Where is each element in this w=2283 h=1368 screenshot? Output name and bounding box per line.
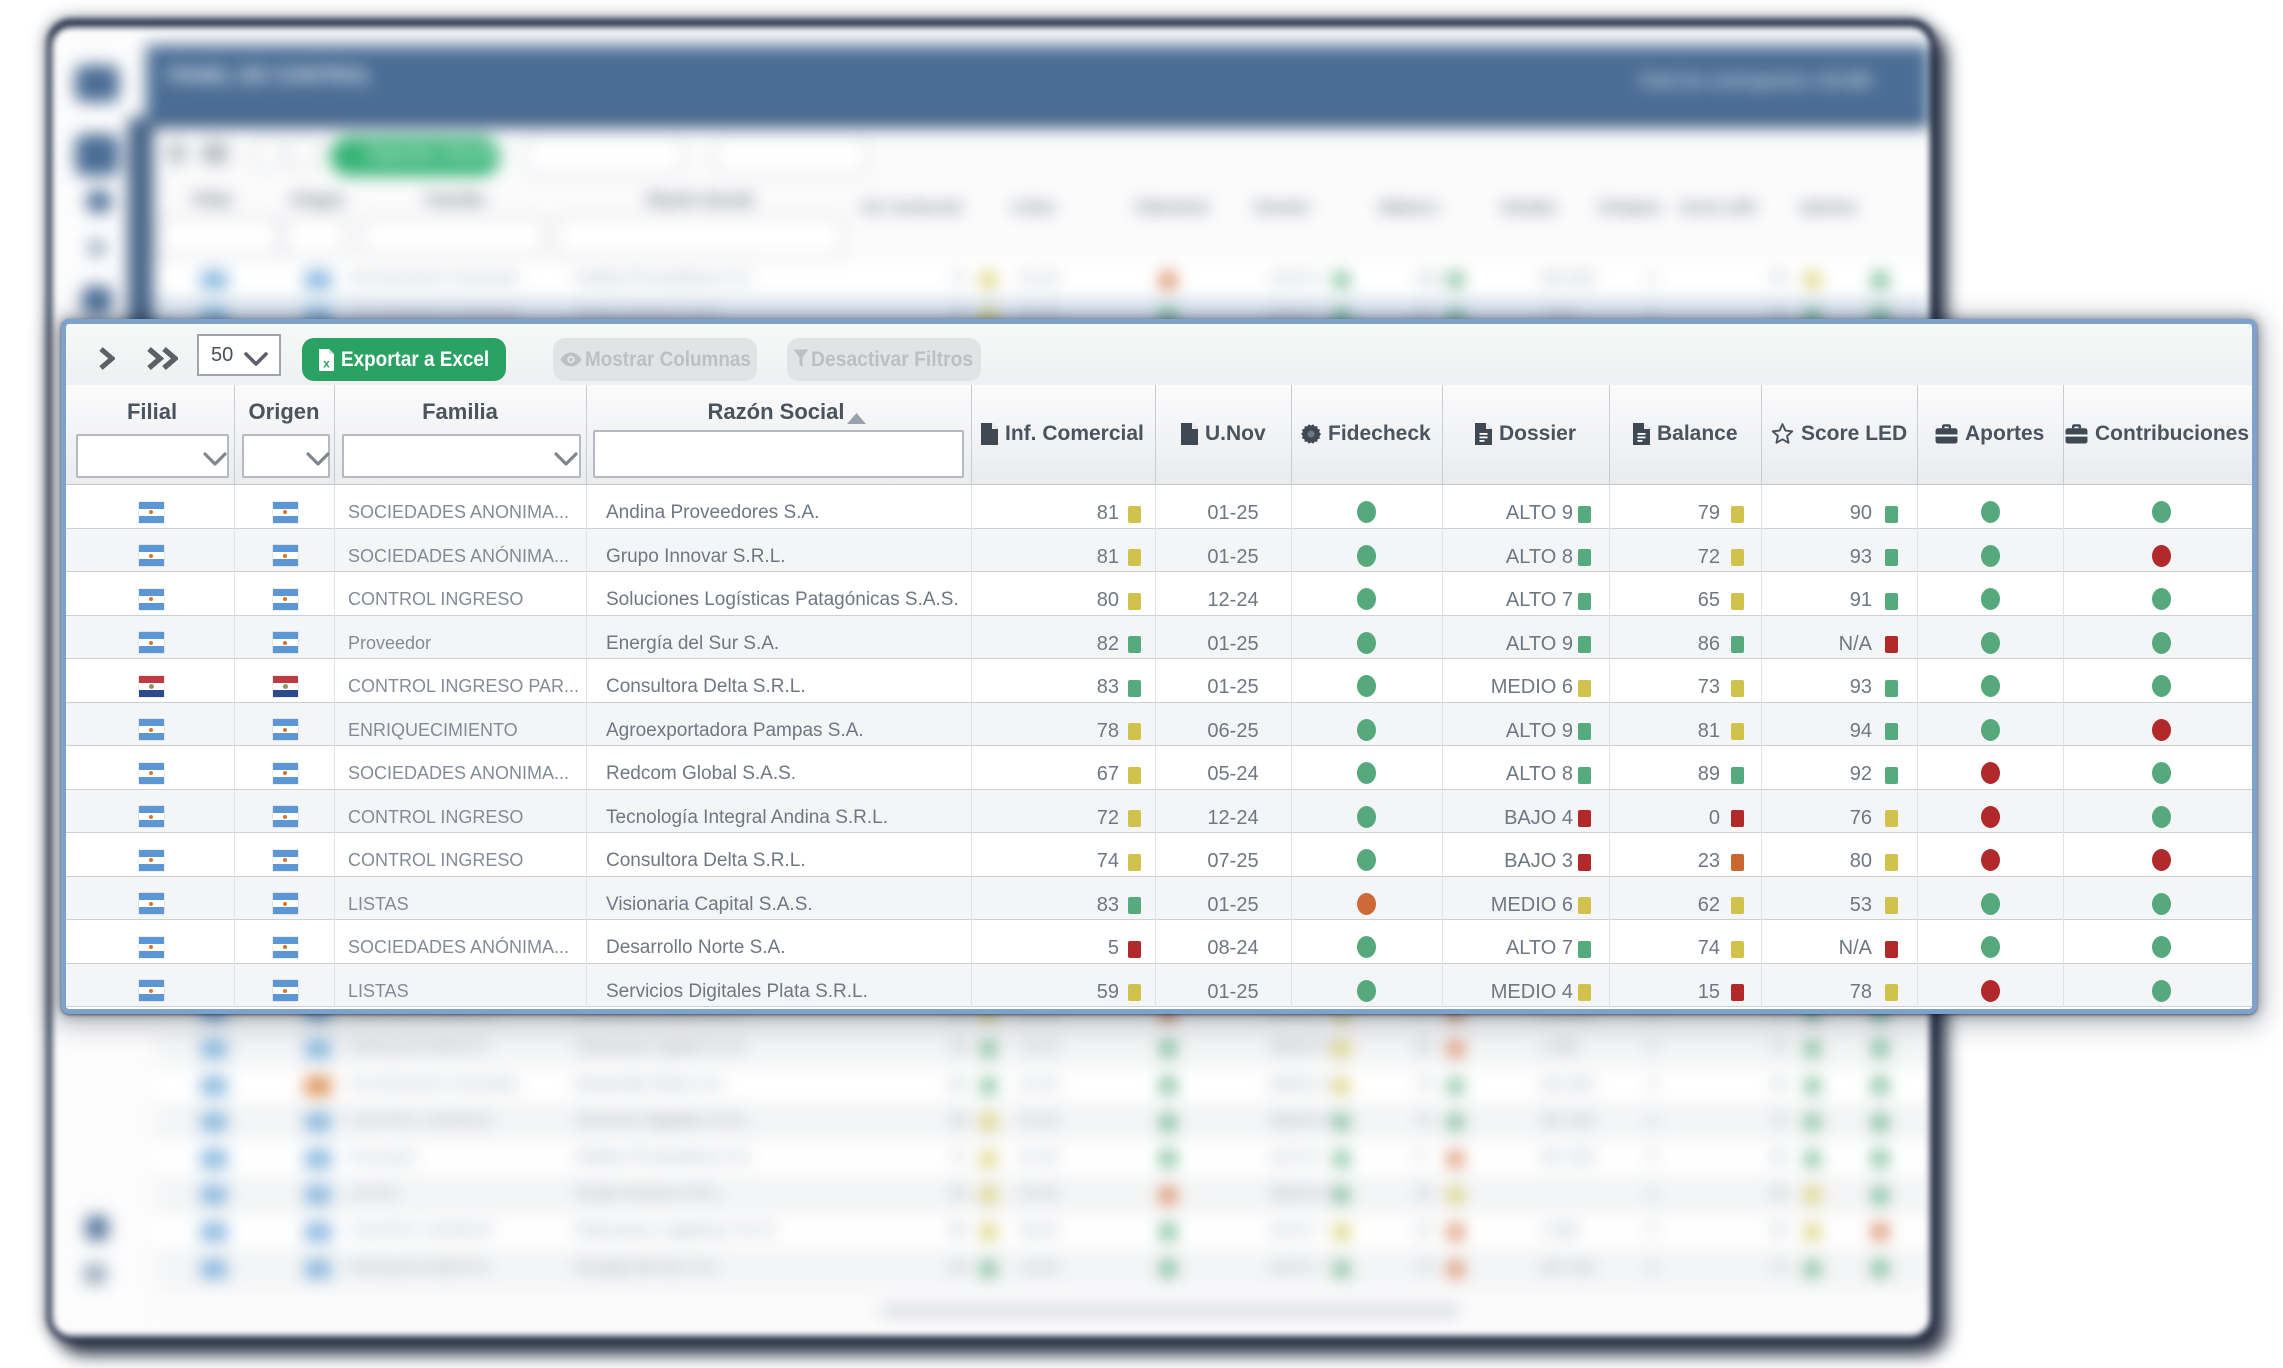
svg-text:x: x	[323, 357, 330, 371]
